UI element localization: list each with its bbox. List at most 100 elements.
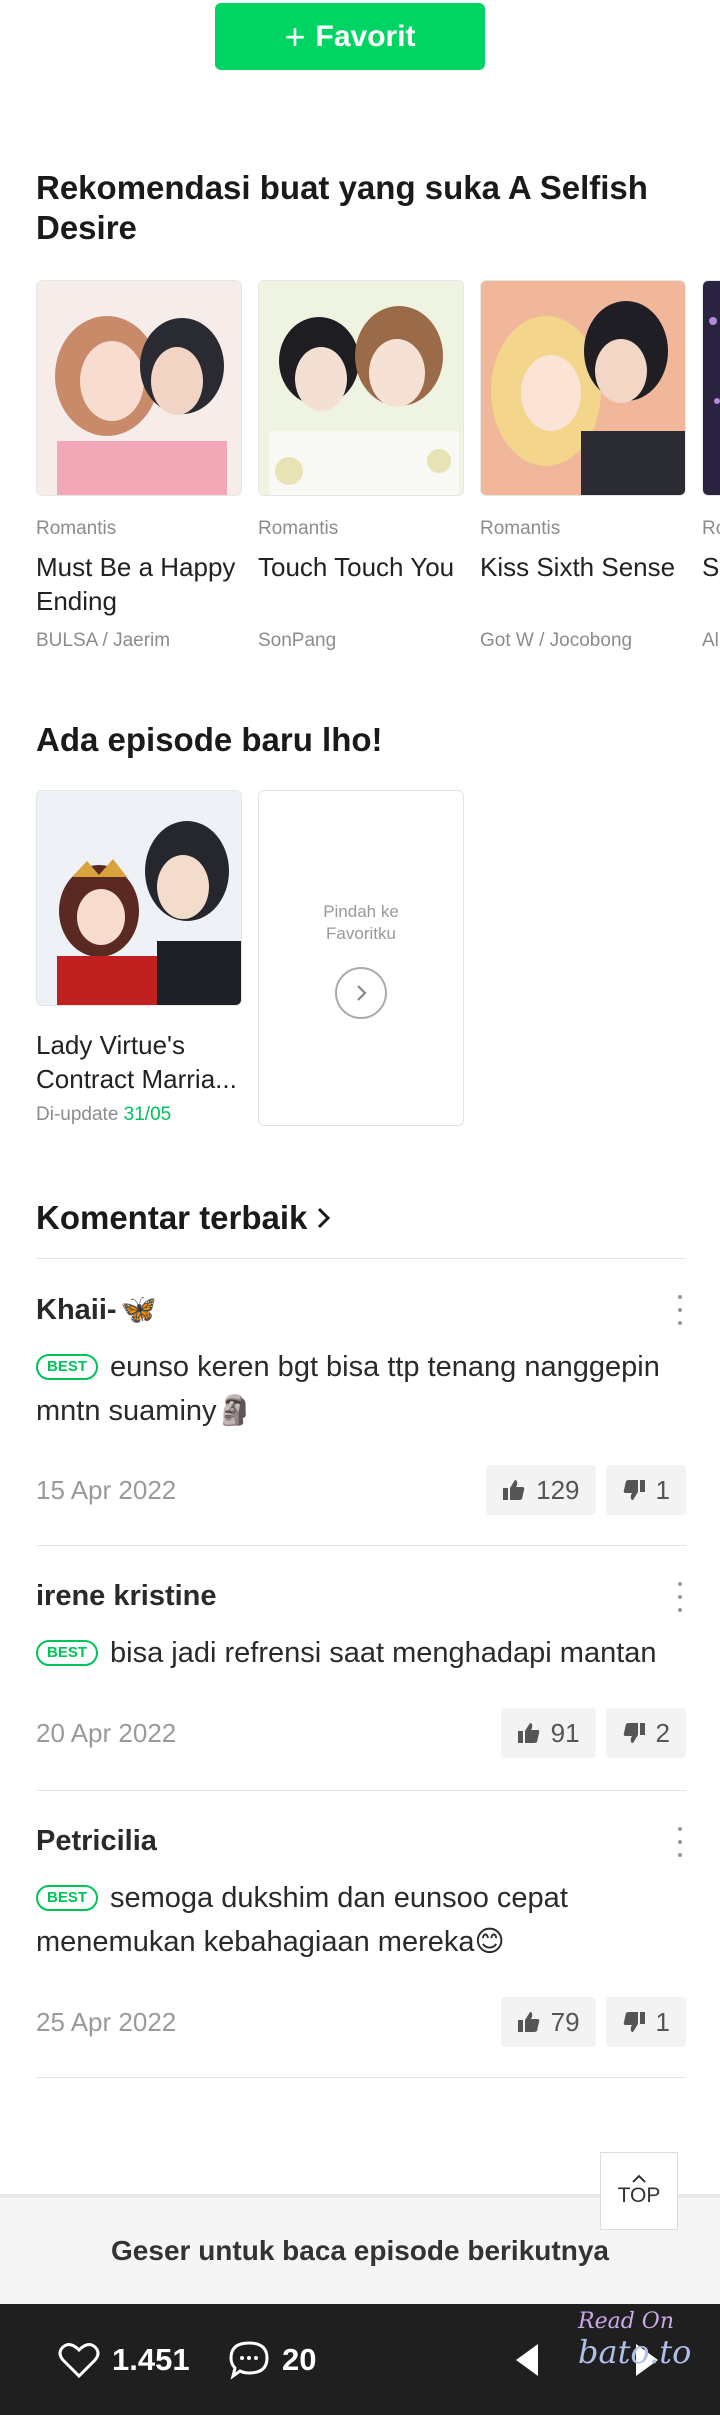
scroll-top-label: TOP xyxy=(617,2184,661,2207)
comic-thumbnail[interactable] xyxy=(36,280,242,496)
comic-thumbnail[interactable] xyxy=(258,280,464,496)
go-to-favorites-line1: Pindah ke xyxy=(323,902,399,921)
comic-title[interactable]: Touch Touch You xyxy=(258,550,464,618)
best-badge: BEST xyxy=(36,1354,99,1380)
comic-author: BULSA / Jaerim xyxy=(36,630,171,651)
go-to-favorites-text: Pindah ke Favoritku xyxy=(323,901,399,945)
chevron-up-icon xyxy=(632,2174,646,2183)
comic-thumbnail[interactable] xyxy=(36,790,242,1006)
thumbs-up-icon xyxy=(517,2012,539,2032)
favorite-area: + Favorit xyxy=(0,0,720,100)
divider xyxy=(36,1790,686,1791)
like-button[interactable]: 79 xyxy=(500,1997,596,2047)
vote-group: 129 1 xyxy=(486,1465,686,1515)
dislike-count: 1 xyxy=(655,2006,670,2037)
comment-footer: 15 Apr 2022 129 1 xyxy=(36,1465,686,1515)
heart-icon xyxy=(58,2342,100,2378)
scroll-top-button[interactable]: TOP xyxy=(600,2152,678,2230)
watermark-line1: Read On xyxy=(578,2309,674,2334)
triangle-left-icon xyxy=(516,2343,538,2376)
like-count: 129 xyxy=(536,1474,580,1505)
comment-item: Petricilia BEST semoga dukshim dan eunsoo… xyxy=(36,1825,686,2065)
comment-text: BEST bisa jadi refrensi saat menghadapi m… xyxy=(36,1631,686,1675)
favorite-button[interactable]: + Favorit xyxy=(215,3,485,70)
comment-footer: 20 Apr 2022 91 2 xyxy=(36,1708,686,1758)
comic-author: SonPang xyxy=(258,630,337,651)
watermark-logo: Read On bato.to xyxy=(578,2309,692,2371)
comic-title[interactable]: Must Be a Happy Ending xyxy=(36,550,242,618)
vote-group: 91 2 xyxy=(500,1708,686,1758)
best-badge: BEST xyxy=(36,1885,99,1911)
update-date: 31/05 xyxy=(123,1104,172,1125)
plus-icon: + xyxy=(284,15,306,57)
thumbs-up-icon xyxy=(503,1480,525,1500)
divider xyxy=(36,2077,686,2078)
dislike-count: 1 xyxy=(655,1474,670,1505)
comic-thumbnail[interactable] xyxy=(702,280,720,496)
butterfly-emoji: 🦋 xyxy=(120,1294,157,1326)
new-episodes-list: Lady Virtue's Contract Marria... Di-upda… xyxy=(36,790,720,1130)
comment-text: BEST semoga dukshim dan eunsoo cepat mene… xyxy=(36,1876,686,1964)
recommendations-title: Rekomendasi buat yang suka A Selfish Des… xyxy=(36,169,648,246)
comic-genre: Romantis xyxy=(480,518,561,539)
more-options-icon[interactable] xyxy=(670,1827,690,1857)
chevron-right-icon xyxy=(318,1207,331,1229)
thumbs-up-icon xyxy=(517,1723,539,1743)
comic-genre: Romantis xyxy=(36,518,117,539)
recommendation-carousel[interactable]: Romantis Must Be a Happy Ending BULSA / … xyxy=(36,280,720,660)
comment-footer: 25 Apr 2022 79 1 xyxy=(36,1997,686,2047)
previous-episode-button[interactable] xyxy=(512,2304,542,2415)
recommendation-card[interactable]: Romantis Touch Touch You SonPang xyxy=(258,280,464,652)
update-label: Di-update xyxy=(36,1104,119,1125)
more-options-icon[interactable] xyxy=(670,1582,690,1612)
comic-author: Al xyxy=(702,630,719,651)
go-to-favorites-card[interactable]: Pindah ke Favoritku xyxy=(258,790,464,1126)
comment-user[interactable]: Khaii- 🦋 xyxy=(36,1293,686,1327)
swipe-hint-text: Geser untuk baca episode berikutnya xyxy=(111,2235,609,2266)
best-comments-title: Komentar terbaik xyxy=(36,1199,308,1236)
more-options-icon[interactable] xyxy=(670,1295,690,1325)
comments-button[interactable]: 20 xyxy=(228,2304,316,2415)
favorite-button-label: Favorit xyxy=(315,19,416,53)
like-count-total: 1.451 xyxy=(112,2341,190,2377)
recommendation-card[interactable]: Romantis Must Be a Happy Ending BULSA / … xyxy=(36,280,242,652)
comment-text: BEST eunso keren bgt bisa ttp tenang nang… xyxy=(36,1345,686,1433)
like-count: 91 xyxy=(550,1717,580,1748)
thumbs-down-icon xyxy=(623,2012,645,2032)
like-button[interactable]: 129 xyxy=(486,1465,596,1515)
comic-genre: Ro xyxy=(702,518,720,539)
dislike-count: 2 xyxy=(655,1717,670,1748)
chevron-right-icon[interactable] xyxy=(335,967,387,1019)
comment-date: 25 Apr 2022 xyxy=(36,2006,177,2037)
watermark-line2: bato.to xyxy=(578,2333,692,2371)
like-episode-button[interactable]: 1.451 xyxy=(58,2304,190,2415)
divider xyxy=(36,1545,686,1546)
dislike-button[interactable]: 1 xyxy=(605,1465,686,1515)
comment-icon xyxy=(229,2340,269,2380)
like-count: 79 xyxy=(550,2006,580,2037)
go-to-favorites-line2: Favoritku xyxy=(326,924,396,943)
best-comments-link[interactable]: Komentar terbaik xyxy=(36,1198,333,1238)
comic-title[interactable]: Lady Virtue's Contract Marria... xyxy=(36,1028,242,1096)
comic-genre: Romantis xyxy=(258,518,339,539)
new-episode-card[interactable]: Lady Virtue's Contract Marria... Di-upda… xyxy=(36,790,242,1126)
vote-group: 79 1 xyxy=(500,1997,686,2047)
dislike-button[interactable]: 1 xyxy=(605,1997,686,2047)
comment-emoji: 🗿 xyxy=(216,1395,253,1427)
divider xyxy=(36,1258,686,1259)
recommendation-card[interactable]: Romantis Kiss Sixth Sense Got W / Jocobo… xyxy=(480,280,686,652)
comment-user[interactable]: irene kristine xyxy=(36,1580,686,1613)
comment-item: irene kristine BEST bisa jadi refrensi sa… xyxy=(36,1580,686,1790)
dislike-button[interactable]: 2 xyxy=(605,1708,686,1758)
comic-thumbnail[interactable] xyxy=(480,280,686,496)
comment-item: Khaii- 🦋 BEST eunso keren bgt bisa ttp te… xyxy=(36,1293,686,1533)
update-info: Di-update 31/05 xyxy=(36,1104,242,1126)
comic-title[interactable]: Kiss Sixth Sense xyxy=(480,550,686,618)
thumbs-down-icon xyxy=(623,1723,645,1743)
recommendation-card[interactable]: Ro Sl Al xyxy=(702,280,720,652)
comment-user[interactable]: Petricilia xyxy=(36,1825,686,1858)
like-button[interactable]: 91 xyxy=(500,1708,596,1758)
comment-username: irene kristine xyxy=(36,1580,217,1612)
comic-title[interactable]: Sl xyxy=(702,550,720,618)
comment-date: 20 Apr 2022 xyxy=(36,1717,177,1748)
